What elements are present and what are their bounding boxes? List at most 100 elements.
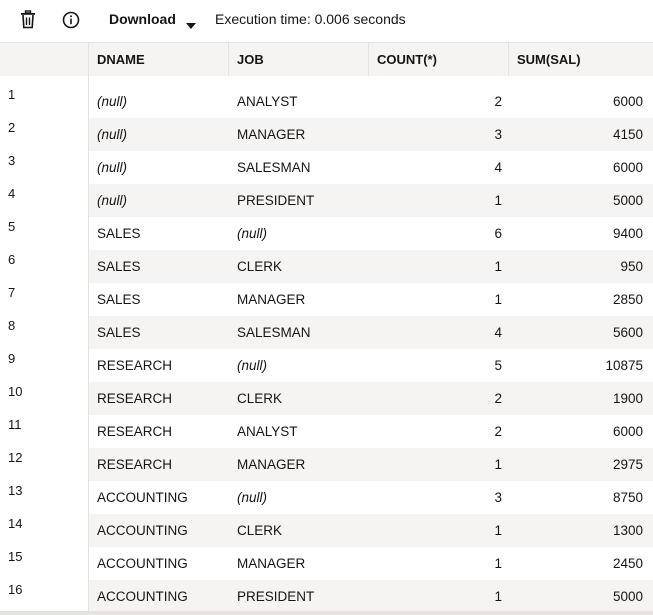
table-row[interactable]: (null) PRESIDENT 1 5000 [89, 184, 653, 217]
cell-job[interactable]: CLERK [237, 514, 369, 547]
cell-dname[interactable]: ACCOUNTING [97, 481, 229, 514]
cell-sum[interactable]: 8750 [509, 481, 643, 514]
cell-job[interactable]: PRESIDENT [237, 184, 369, 217]
cell-dname[interactable]: (null) [97, 184, 229, 217]
cell-dname[interactable]: ACCOUNTING [97, 547, 229, 580]
table-row[interactable]: ACCOUNTING (null) 3 8750 [89, 481, 653, 514]
cell-dname[interactable]: RESEARCH [97, 349, 229, 382]
cell-count[interactable]: 5 [369, 349, 502, 382]
cell-sum[interactable]: 2850 [509, 283, 643, 316]
row-number[interactable]: 6 [8, 250, 15, 270]
cell-sum[interactable]: 6000 [509, 151, 643, 184]
row-number[interactable]: 3 [8, 151, 15, 171]
cell-sum[interactable]: 5000 [509, 184, 643, 217]
table-row[interactable]: RESEARCH ANALYST 2 6000 [89, 415, 653, 448]
cell-dname[interactable]: RESEARCH [97, 382, 229, 415]
row-number[interactable]: 7 [8, 283, 15, 303]
row-number[interactable]: 1 [8, 85, 15, 105]
table-row[interactable]: RESEARCH MANAGER 1 2975 [89, 448, 653, 481]
cell-sum[interactable]: 6000 [509, 415, 643, 448]
cell-dname[interactable]: ACCOUNTING [97, 514, 229, 547]
cell-job[interactable]: MANAGER [237, 547, 369, 580]
cell-dname[interactable]: RESEARCH [97, 415, 229, 448]
table-row[interactable]: RESEARCH (null) 5 10875 [89, 349, 653, 382]
cell-job[interactable]: SALESMAN [237, 151, 369, 184]
cell-job[interactable]: PRESIDENT [237, 580, 369, 613]
table-row[interactable]: ACCOUNTING CLERK 1 1300 [89, 514, 653, 547]
cell-dname[interactable]: (null) [97, 118, 229, 151]
cell-sum[interactable]: 950 [509, 250, 643, 283]
cell-sum[interactable]: 2975 [509, 448, 643, 481]
cell-count[interactable]: 1 [369, 184, 502, 217]
cell-sum[interactable]: 9400 [509, 217, 643, 250]
chevron-down-icon[interactable] [186, 16, 196, 29]
cell-count[interactable]: 1 [369, 448, 502, 481]
table-row[interactable]: SALES (null) 6 9400 [89, 217, 653, 250]
row-number[interactable]: 8 [8, 316, 15, 336]
cell-sum[interactable]: 6000 [509, 85, 643, 118]
cell-sum[interactable]: 10875 [509, 349, 643, 382]
row-number[interactable]: 10 [8, 382, 22, 402]
cell-count[interactable]: 2 [369, 415, 502, 448]
trash-icon[interactable] [18, 10, 38, 30]
row-number[interactable]: 5 [8, 217, 15, 237]
table-row[interactable]: RESEARCH CLERK 2 1900 [89, 382, 653, 415]
cell-dname[interactable]: SALES [97, 217, 229, 250]
cell-dname[interactable]: (null) [97, 85, 229, 118]
table-row[interactable]: SALES SALESMAN 4 5600 [89, 316, 653, 349]
table-row[interactable]: ACCOUNTING PRESIDENT 1 5000 [89, 580, 653, 613]
column-header-count[interactable]: COUNT(*) [369, 43, 509, 76]
cell-job[interactable]: (null) [237, 481, 369, 514]
cell-dname[interactable]: SALES [97, 250, 229, 283]
column-header-sum-sal[interactable]: SUM(SAL) [509, 43, 653, 76]
cell-sum[interactable]: 1900 [509, 382, 643, 415]
cell-sum[interactable]: 2450 [509, 547, 643, 580]
cell-job[interactable]: CLERK [237, 250, 369, 283]
table-row[interactable]: SALES CLERK 1 950 [89, 250, 653, 283]
cell-dname[interactable]: (null) [97, 151, 229, 184]
cell-job[interactable]: MANAGER [237, 118, 369, 151]
cell-sum[interactable]: 5600 [509, 316, 643, 349]
cell-job[interactable]: ANALYST [237, 415, 369, 448]
cell-job[interactable]: MANAGER [237, 283, 369, 316]
table-row[interactable]: ACCOUNTING MANAGER 1 2450 [89, 547, 653, 580]
cell-count[interactable]: 3 [369, 118, 502, 151]
cell-sum[interactable]: 1300 [509, 514, 643, 547]
cell-job[interactable]: SALESMAN [237, 316, 369, 349]
cell-count[interactable]: 1 [369, 580, 502, 613]
row-number[interactable]: 12 [8, 448, 22, 468]
cell-sum[interactable]: 5000 [509, 580, 643, 613]
table-row[interactable]: (null) ANALYST 2 6000 [89, 85, 653, 118]
cell-dname[interactable]: SALES [97, 283, 229, 316]
cell-sum[interactable]: 4150 [509, 118, 643, 151]
row-number[interactable]: 4 [8, 184, 15, 204]
cell-count[interactable]: 1 [369, 514, 502, 547]
cell-job[interactable]: MANAGER [237, 448, 369, 481]
row-number[interactable]: 11 [8, 415, 22, 435]
cell-count[interactable]: 1 [369, 283, 502, 316]
row-number[interactable]: 13 [8, 481, 22, 501]
cell-count[interactable]: 6 [369, 217, 502, 250]
table-row[interactable]: (null) MANAGER 3 4150 [89, 118, 653, 151]
cell-dname[interactable]: RESEARCH [97, 448, 229, 481]
row-number[interactable]: 16 [8, 580, 22, 600]
cell-dname[interactable]: ACCOUNTING [97, 580, 229, 613]
table-row[interactable]: SALES MANAGER 1 2850 [89, 283, 653, 316]
cell-count[interactable]: 3 [369, 481, 502, 514]
info-icon[interactable] [61, 10, 81, 30]
row-number[interactable]: 14 [8, 514, 22, 534]
row-number[interactable]: 2 [8, 118, 15, 138]
column-header-job[interactable]: JOB [229, 43, 369, 76]
cell-count[interactable]: 2 [369, 85, 502, 118]
cell-count[interactable]: 4 [369, 151, 502, 184]
cell-count[interactable]: 1 [369, 250, 502, 283]
cell-dname[interactable]: SALES [97, 316, 229, 349]
cell-job[interactable]: CLERK [237, 382, 369, 415]
cell-job[interactable]: (null) [237, 349, 369, 382]
row-number[interactable]: 9 [8, 349, 15, 369]
cell-job[interactable]: ANALYST [237, 85, 369, 118]
column-header-dname[interactable]: DNAME [89, 43, 229, 76]
table-row[interactable]: (null) SALESMAN 4 6000 [89, 151, 653, 184]
cell-count[interactable]: 1 [369, 547, 502, 580]
download-button[interactable]: Download [109, 9, 176, 29]
